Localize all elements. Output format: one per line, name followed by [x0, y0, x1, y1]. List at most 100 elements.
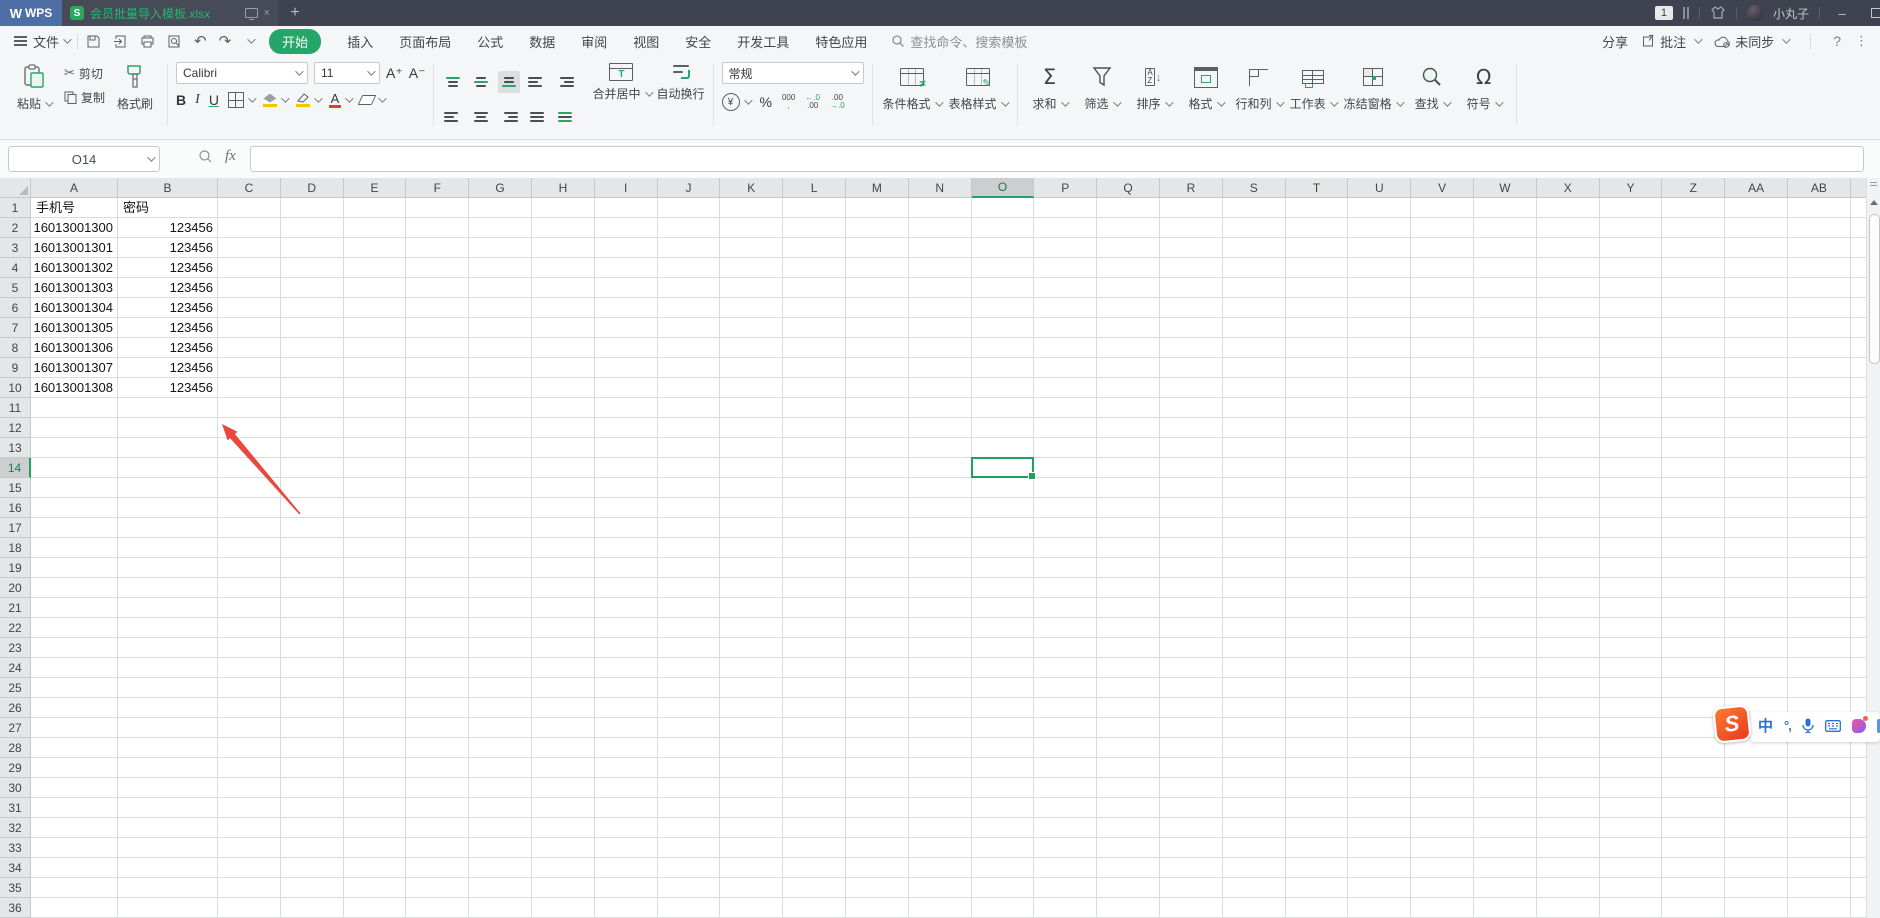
row-header-11[interactable]: 11 [0, 398, 31, 418]
column-header-F[interactable]: F [406, 178, 470, 198]
spreadsheet-grid[interactable]: ABCDEFGHIJKLMNOPQRSTUVWXYZAAABAC12345678… [0, 178, 1866, 918]
split-handle[interactable] [1870, 182, 1877, 186]
row-header-22[interactable]: 22 [0, 618, 31, 638]
italic-button[interactable]: I [195, 92, 200, 108]
row-header-30[interactable]: 30 [0, 778, 31, 798]
row-header-20[interactable]: 20 [0, 578, 31, 598]
notification-badge[interactable]: 1 [1654, 6, 1673, 20]
cell-A3[interactable]: 16013001301 [31, 238, 118, 258]
cell-B6[interactable]: 123456 [118, 298, 218, 318]
menu-tab-开发工具[interactable]: 开发工具 [737, 32, 789, 51]
cell-B1[interactable]: 密码 [118, 198, 218, 218]
distribute-button[interactable] [554, 106, 576, 128]
undo-icon[interactable]: ↶ [194, 32, 207, 50]
font-color-button[interactable]: A [328, 92, 354, 108]
ime-skin-icon[interactable] [1851, 715, 1868, 733]
menu-tab-开始[interactable]: 开始 [269, 28, 322, 54]
cell-A7[interactable]: 16013001305 [31, 318, 118, 338]
row-header-4[interactable]: 4 [0, 258, 31, 278]
magnifier-icon[interactable] [198, 149, 213, 164]
ime-toolbar[interactable]: S 中 °, [1712, 702, 1880, 744]
selected-cell-outline[interactable] [970, 457, 1037, 480]
format-button[interactable]: 格式 [1184, 62, 1228, 112]
row-header-10[interactable]: 10 [0, 378, 31, 398]
menu-tab-审阅[interactable]: 审阅 [581, 32, 607, 51]
decrease-indent-button[interactable] [526, 71, 548, 93]
minimize-button[interactable]: – [1830, 6, 1854, 21]
ime-language-mode[interactable]: 中 [1758, 715, 1773, 736]
align-center-button[interactable] [470, 106, 492, 128]
sogou-logo-icon[interactable]: S [1712, 704, 1752, 744]
row-header-6[interactable]: 6 [0, 298, 31, 318]
borders-button[interactable] [227, 92, 257, 108]
ime-microphone-icon[interactable] [1802, 718, 1814, 733]
column-header-E[interactable]: E [343, 178, 407, 198]
wps-logo[interactable]: W WPS [0, 0, 62, 26]
column-header-U[interactable]: U [1348, 178, 1412, 198]
row-header-21[interactable]: 21 [0, 598, 31, 618]
paste-button[interactable]: 粘贴 [12, 62, 56, 112]
wrap-text-button[interactable]: 自动换行 [657, 62, 705, 102]
row-header-23[interactable]: 23 [0, 638, 31, 658]
align-middle-button[interactable] [470, 71, 492, 93]
menu-tab-视图[interactable]: 视图 [633, 32, 659, 51]
row-header-14[interactable]: 14 [0, 458, 31, 478]
row-header-31[interactable]: 31 [0, 798, 31, 818]
more-button[interactable]: ⋮ [1855, 33, 1868, 49]
row-header-13[interactable]: 13 [0, 438, 31, 458]
column-header-R[interactable]: R [1160, 178, 1223, 198]
ime-punctuation-icon[interactable]: °, [1784, 718, 1792, 733]
row-header-5[interactable]: 5 [0, 278, 31, 298]
sync-status[interactable]: 未同步 [1714, 32, 1791, 51]
cell-B4[interactable]: 123456 [118, 258, 218, 278]
column-header-S[interactable]: S [1222, 178, 1286, 198]
vertical-scrollbar[interactable] [1866, 178, 1880, 918]
column-header-W[interactable]: W [1474, 178, 1537, 198]
number-format-select[interactable]: 常规 [721, 62, 864, 84]
save-icon[interactable] [86, 34, 101, 49]
print-icon[interactable] [140, 34, 155, 49]
align-right-button[interactable] [498, 106, 520, 128]
merge-center-button[interactable]: T 合并居中 [592, 62, 654, 102]
comment-button[interactable]: 批注 [1642, 32, 1703, 51]
justify-button[interactable] [526, 106, 548, 128]
cell-B5[interactable]: 123456 [118, 278, 218, 298]
cut-button[interactable]: ✂ 剪切 [64, 65, 105, 82]
eraser-button[interactable] [357, 94, 387, 105]
row-header-1[interactable]: 1 [0, 198, 31, 218]
fill-color-button[interactable] [262, 93, 290, 107]
row-header-2[interactable]: 2 [0, 218, 31, 238]
column-header-T[interactable]: T [1285, 178, 1349, 198]
new-tab-button[interactable]: + [278, 0, 312, 26]
command-search[interactable]: 查找命令、搜索模板 [891, 32, 1027, 51]
row-header-16[interactable]: 16 [0, 498, 31, 518]
bold-button[interactable]: B [176, 92, 186, 108]
font-size-select[interactable]: 11 [314, 62, 381, 84]
cell-A1[interactable]: 手机号 [31, 198, 118, 218]
row-header-25[interactable]: 25 [0, 678, 31, 698]
currency-button[interactable]: ¥ [721, 93, 753, 111]
ime-keyboard-icon[interactable] [1824, 719, 1841, 732]
row-header-9[interactable]: 9 [0, 358, 31, 378]
column-header-C[interactable]: C [218, 178, 281, 198]
document-tab[interactable]: S 会员批量导入模板.xlsx × [62, 0, 278, 26]
menu-tab-页面布局[interactable]: 页面布局 [399, 32, 451, 51]
format-painter-button[interactable]: 格式刷 [113, 62, 157, 112]
presentation-mode-icon[interactable] [244, 8, 258, 20]
cell-B10[interactable]: 123456 [118, 378, 218, 398]
cell-B2[interactable]: 123456 [118, 218, 218, 238]
row-header-7[interactable]: 7 [0, 318, 31, 338]
username[interactable]: 小丸子 [1773, 5, 1809, 22]
cell-B7[interactable]: 123456 [118, 318, 218, 338]
sort-button[interactable]: A Z ↓ 排序 [1132, 62, 1176, 112]
font-name-select[interactable]: Calibri [176, 62, 309, 84]
decrease-decimal-button[interactable]: .00 →.0 [830, 94, 845, 110]
row-header-27[interactable]: 27 [0, 718, 31, 738]
column-header-D[interactable]: D [280, 178, 344, 198]
menu-tab-插入[interactable]: 插入 [347, 32, 373, 51]
highlight-button[interactable] [295, 93, 323, 107]
fill-handle[interactable] [1028, 472, 1037, 480]
insert-function-icon[interactable]: fx [225, 148, 236, 165]
column-header-N[interactable]: N [908, 178, 972, 198]
maximize-button[interactable] [1864, 6, 1880, 21]
